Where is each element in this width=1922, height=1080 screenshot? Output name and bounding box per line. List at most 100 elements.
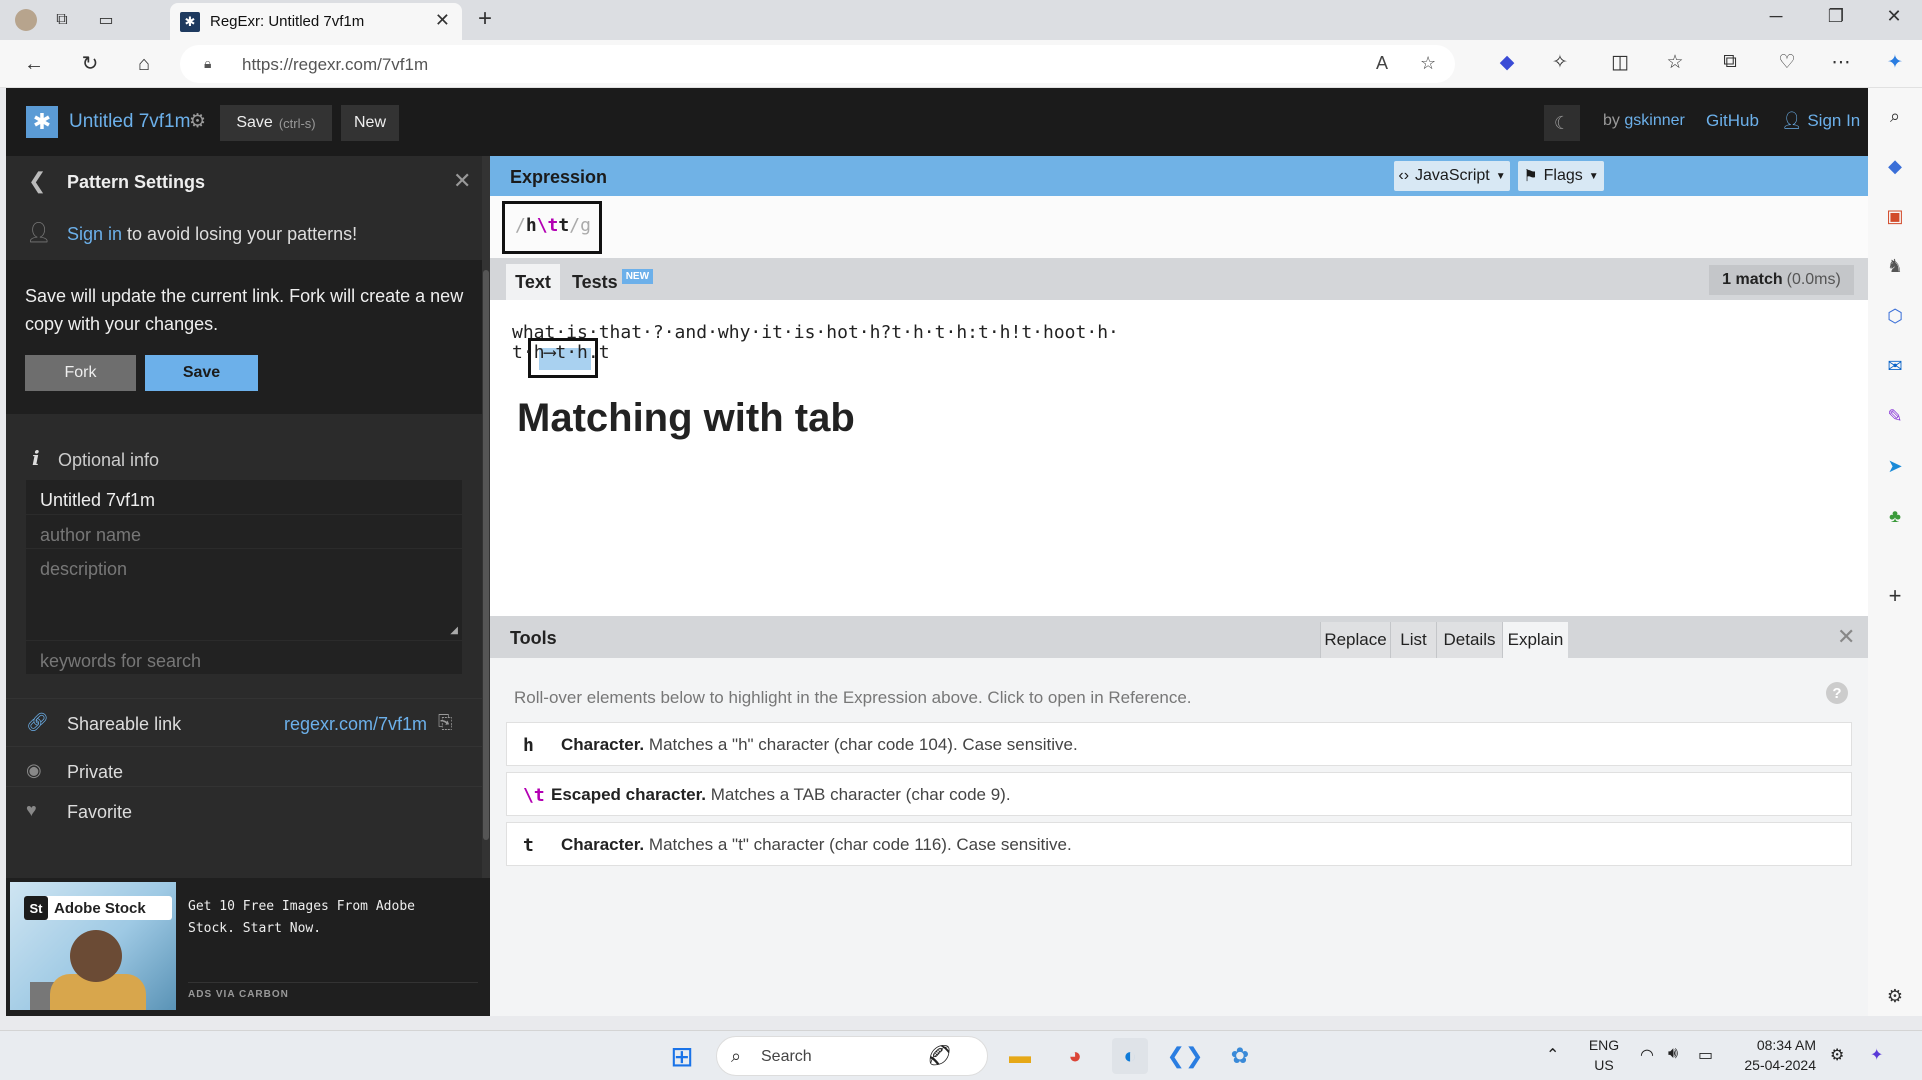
github-link[interactable]: GitHub [1706, 111, 1759, 131]
theme-toggle-moon-icon[interactable]: ☾ [1544, 105, 1580, 141]
regex-token-h[interactable]: h [526, 215, 537, 236]
carbon-ad[interactable]: St Adobe Stock Get 10 Free Images From A… [6, 878, 490, 1016]
save-button[interactable]: Save (ctrl-s) [220, 105, 332, 141]
sidebar-games-icon[interactable]: ♞ [1883, 254, 1907, 278]
sign-in-link[interactable]: 👤︎ Sign In [1781, 111, 1860, 131]
clock[interactable]: 08:34 AM 25-04-2024 [1740, 1035, 1816, 1075]
flags-dropdown[interactable]: ⚑ Flags ▼ [1518, 161, 1604, 191]
copilot-icon[interactable]: ✦ [1880, 51, 1910, 74]
code-brackets-icon: ‹› [1398, 167, 1410, 184]
restore-icon[interactable]: ❐ [1816, 6, 1856, 27]
pattern-name-field[interactable]: Untitled 7vf1m [26, 480, 462, 514]
shareable-link-value[interactable]: regexr.com/7vf1m [284, 714, 427, 735]
start-windows-icon[interactable]: ⊞ [664, 1038, 700, 1074]
tool-tab-explain[interactable]: Explain [1502, 622, 1568, 658]
regex-token-t[interactable]: t [558, 215, 569, 236]
ad-image[interactable]: St Adobe Stock [10, 882, 176, 1010]
collections-icon[interactable]: ⧉ [1715, 51, 1745, 73]
expression-input[interactable]: /h\tt/g [502, 201, 602, 254]
split-screen-icon[interactable]: ◫ [1605, 51, 1635, 74]
back-icon[interactable]: ← [20, 51, 48, 77]
regex-token-tab[interactable]: \t [537, 215, 559, 236]
copy-clipboard-icon[interactable]: ⎘ [438, 712, 452, 733]
extension-icon[interactable]: ◆ [1492, 51, 1522, 74]
profile-avatar-icon[interactable] [14, 8, 38, 32]
fork-button[interactable]: Fork [25, 355, 136, 391]
battery-icon[interactable]: ▭ [1698, 1045, 1713, 1065]
adobe-stock-logo-icon: St [24, 896, 48, 920]
regexr-logo-icon[interactable]: ✱ [26, 106, 58, 138]
tab-text[interactable]: Text [506, 264, 560, 300]
scrollbar-thumb[interactable] [483, 270, 489, 840]
test-text-area[interactable]: what·is·that·?·and·why·it·is·hot·h?t·h·t… [490, 300, 1868, 616]
read-aloud-icon[interactable]: A [1376, 53, 1388, 74]
ad-via-label[interactable]: ADS VIA CARBON [188, 982, 478, 1000]
browser-tab-active[interactable]: ✱ RegExr: Untitled 7vf1m ✕ [170, 3, 462, 40]
sidebar-designer-icon[interactable]: ✎ [1883, 404, 1907, 428]
browser-essentials-icon[interactable]: ♡ [1772, 51, 1802, 74]
text-line-2-pre: t· [512, 342, 534, 363]
tab-actions-icon[interactable]: ▭ [94, 8, 118, 32]
favorite-row[interactable]: ♥ Favorite [6, 786, 482, 834]
author-name-field[interactable]: author name [26, 514, 462, 548]
app-icon[interactable]: ✿ [1222, 1038, 1258, 1074]
settings-gear-icon[interactable]: ⚙ [189, 110, 206, 133]
sidebar-shopping-icon[interactable]: ◆ [1883, 154, 1907, 178]
tab-close-icon[interactable]: ✕ [435, 10, 450, 31]
panel-save-button[interactable]: Save [145, 355, 258, 391]
edge-icon[interactable]: ◐ [1112, 1038, 1148, 1074]
tool-tab-details[interactable]: Details [1436, 622, 1502, 658]
tools-close-icon[interactable]: ✕ [1837, 624, 1855, 650]
chrome-icon[interactable]: ◕ [1057, 1038, 1093, 1074]
keywords-field[interactable]: keywords for search [26, 640, 462, 674]
explain-row[interactable]: h Character. Matches a "h" character (ch… [506, 722, 1852, 766]
copilot-taskbar-icon[interactable]: ✦ [1870, 1045, 1883, 1065]
extensions-puzzle-icon[interactable]: ✧ [1545, 51, 1575, 74]
focus-icon[interactable]: ⚙ [1830, 1045, 1844, 1065]
language-dropdown[interactable]: ‹› JavaScript ▼ [1394, 161, 1510, 191]
more-menu-icon[interactable]: ⋯ [1826, 51, 1856, 74]
volume-icon[interactable]: 🔊︎ [1668, 1045, 1678, 1063]
panel-close-icon[interactable]: ✕ [453, 168, 471, 194]
tab-tests-label: Tests [572, 271, 618, 292]
description-field[interactable]: description ◢ [26, 548, 462, 640]
file-explorer-icon[interactable]: ▬ [1002, 1038, 1038, 1074]
new-tab-icon[interactable]: + [478, 5, 492, 33]
tool-tab-replace[interactable]: Replace [1320, 622, 1390, 658]
favorite-star-icon[interactable]: ☆ [1420, 53, 1436, 74]
tab-tests[interactable]: Tests NEW [572, 264, 654, 300]
url-field[interactable]: 🔒︎ https://regexr.com/7vf1m A ☆ [180, 45, 1455, 83]
sidebar-tools-icon[interactable]: ▣ [1883, 204, 1907, 228]
sidebar-add-icon[interactable]: + [1883, 584, 1907, 608]
sidebar-search-icon[interactable]: ⌕ [1883, 104, 1907, 128]
home-icon[interactable]: ⌂ [130, 51, 158, 77]
sidebar-send-icon[interactable]: ➤ [1883, 454, 1907, 478]
chevron-left-icon[interactable]: ❮ [28, 168, 46, 194]
sidebar-outlook-icon[interactable]: ✉ [1883, 354, 1907, 378]
workspaces-icon[interactable]: ⧉ [50, 8, 74, 32]
window-close-icon[interactable]: ✕ [1874, 6, 1914, 27]
ad-text[interactable]: Get 10 Free Images From Adobe Stock. Sta… [188, 896, 468, 940]
resize-handle-icon[interactable]: ◢ [450, 625, 458, 636]
help-question-icon[interactable]: ? [1826, 682, 1848, 704]
tool-tab-list[interactable]: List [1390, 622, 1436, 658]
adobe-stock-badge: St Adobe Stock [24, 896, 172, 920]
language-indicator[interactable]: ENG US [1584, 1035, 1624, 1075]
wifi-icon[interactable]: ◠ [1640, 1045, 1654, 1065]
sidebar-m365-icon[interactable]: ⬡ [1883, 304, 1907, 328]
document-title[interactable]: Untitled 7vf1m [69, 111, 190, 133]
sidebar-settings-icon[interactable]: ⚙ [1883, 984, 1907, 1008]
vscode-icon[interactable]: ❮❯ [1167, 1038, 1204, 1074]
sidebar-tree-icon[interactable]: ♣ [1883, 504, 1907, 528]
minimize-icon[interactable]: ─ [1756, 6, 1796, 27]
explain-row[interactable]: t Character. Matches a "t" character (ch… [506, 822, 1852, 866]
author-link[interactable]: gskinner [1624, 112, 1684, 129]
sign-in-prompt-link[interactable]: Sign in [67, 224, 122, 244]
new-button[interactable]: New [341, 105, 399, 141]
refresh-icon[interactable]: ↻ [76, 51, 104, 77]
favorites-icon[interactable]: ☆ [1660, 51, 1690, 74]
taskbar-search[interactable]: ⌕ Search 🏈︎ [716, 1036, 988, 1076]
expression-editor[interactable]: /h\tt/g [490, 196, 1868, 258]
explain-row[interactable]: \t Escaped character. Matches a TAB char… [506, 772, 1852, 816]
tray-chevron-up-icon[interactable]: ⌃ [1546, 1045, 1559, 1065]
